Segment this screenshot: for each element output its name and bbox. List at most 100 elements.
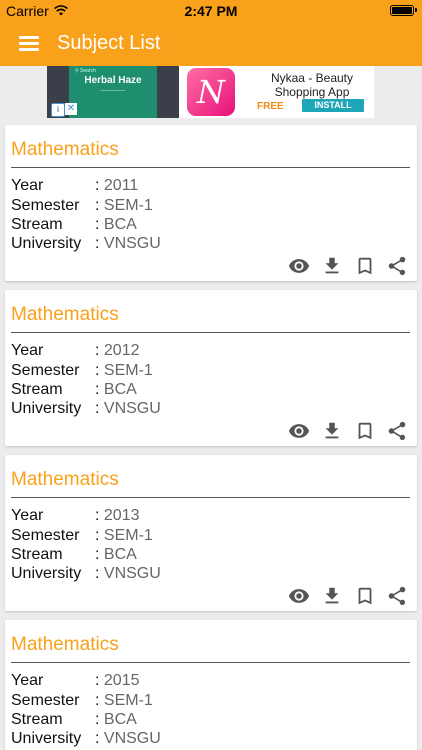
- download-icon[interactable]: [321, 420, 343, 442]
- stream-value: BCA: [103, 381, 137, 398]
- status-bar: Carrier 2:47 PM: [0, 0, 422, 22]
- card-actions: [285, 585, 411, 607]
- semester-label: Semester: [11, 692, 80, 709]
- subject-title: Mathematics: [11, 634, 119, 655]
- eye-icon[interactable]: [288, 420, 310, 442]
- share-icon[interactable]: [386, 255, 408, 277]
- separator: :: [95, 546, 104, 563]
- separator: :: [95, 730, 104, 747]
- year-label: Year: [11, 507, 44, 524]
- bookmark-icon[interactable]: [354, 255, 376, 277]
- close-icon[interactable]: ✕: [65, 103, 77, 115]
- info-icon[interactable]: i: [51, 103, 65, 117]
- year-label: Year: [11, 342, 44, 359]
- subject-card: Mathematics Year: 2012 Semester: SEM-1 S…: [5, 290, 417, 446]
- university-row: University: VNSGU: [11, 235, 161, 253]
- share-icon[interactable]: [386, 420, 408, 442]
- semester-row: Semester: SEM-1: [11, 362, 153, 380]
- university-value: VNSGU: [103, 400, 161, 417]
- bookmark-icon[interactable]: [354, 585, 376, 607]
- university-label: University: [11, 565, 82, 582]
- divider: [11, 167, 410, 168]
- divider: [11, 497, 410, 498]
- university-label: University: [11, 400, 82, 417]
- stream-value: BCA: [103, 546, 137, 563]
- university-label: University: [11, 235, 82, 252]
- separator: :: [95, 507, 104, 524]
- year-label: Year: [11, 177, 44, 194]
- ad-banner[interactable]: ⚲ Search Herbal Haze ─────── i ✕ N Nykaa…: [47, 66, 374, 118]
- semester-value: SEM-1: [103, 197, 153, 214]
- separator: :: [95, 216, 104, 233]
- subject-title: Mathematics: [11, 469, 119, 490]
- card-actions: [285, 255, 411, 277]
- separator: :: [95, 692, 104, 709]
- separator: :: [95, 672, 104, 689]
- subject-title: Mathematics: [11, 304, 119, 325]
- ad-free-label: FREE: [257, 101, 284, 112]
- subject-title: Mathematics: [11, 139, 119, 160]
- university-label: University: [11, 730, 82, 747]
- university-row: University: VNSGU: [11, 400, 161, 418]
- app-logo: N: [187, 68, 235, 116]
- stream-row: Stream: BCA: [11, 216, 137, 234]
- year-value: 2013: [103, 507, 140, 524]
- semester-label: Semester: [11, 527, 80, 544]
- eye-icon[interactable]: [288, 585, 310, 607]
- battery-icon: [390, 5, 417, 16]
- subject-card: Mathematics Year: 2011 Semester: SEM-1 S…: [5, 125, 417, 281]
- year-row: Year: 2015: [11, 672, 139, 690]
- nav-bar: Subject List: [0, 22, 422, 66]
- stream-label: Stream: [11, 216, 63, 233]
- stream-row: Stream: BCA: [11, 546, 137, 564]
- stream-value: BCA: [103, 216, 137, 233]
- year-row: Year: 2013: [11, 507, 139, 525]
- download-icon[interactable]: [321, 585, 343, 607]
- semester-row: Semester: SEM-1: [11, 197, 153, 215]
- separator: :: [95, 197, 104, 214]
- semester-value: SEM-1: [103, 692, 153, 709]
- university-row: University: VNSGU: [11, 730, 161, 748]
- subject-list[interactable]: Mathematics Year: 2011 Semester: SEM-1 S…: [0, 118, 422, 750]
- divider: [11, 662, 410, 663]
- separator: :: [95, 177, 104, 194]
- subject-card: Mathematics Year: 2015 Semester: SEM-1 S…: [5, 620, 417, 750]
- year-value: 2011: [103, 177, 139, 194]
- semester-row: Semester: SEM-1: [11, 692, 153, 710]
- hamburger-menu-icon[interactable]: [19, 34, 39, 52]
- page-title: Subject List: [57, 32, 161, 54]
- year-value: 2015: [103, 672, 140, 689]
- separator: :: [95, 235, 104, 252]
- year-value: 2012: [103, 342, 140, 359]
- divider: [11, 332, 410, 333]
- year-label: Year: [11, 672, 44, 689]
- subject-card: Mathematics Year: 2013 Semester: SEM-1 S…: [5, 455, 417, 611]
- university-value: VNSGU: [103, 565, 161, 582]
- separator: :: [95, 342, 104, 359]
- separator: :: [95, 400, 104, 417]
- separator: :: [95, 362, 104, 379]
- separator: :: [95, 711, 104, 728]
- university-value: VNSGU: [103, 730, 161, 747]
- stream-row: Stream: BCA: [11, 711, 137, 729]
- stream-label: Stream: [11, 546, 63, 563]
- share-icon[interactable]: [386, 585, 408, 607]
- year-row: Year: 2012: [11, 342, 139, 360]
- eye-icon[interactable]: [288, 255, 310, 277]
- semester-label: Semester: [11, 197, 80, 214]
- stream-label: Stream: [11, 711, 63, 728]
- bookmark-icon[interactable]: [354, 420, 376, 442]
- semester-value: SEM-1: [103, 362, 153, 379]
- separator: :: [95, 527, 104, 544]
- semester-row: Semester: SEM-1: [11, 527, 153, 545]
- university-row: University: VNSGU: [11, 565, 161, 583]
- separator: :: [95, 565, 104, 582]
- semester-value: SEM-1: [103, 527, 153, 544]
- university-value: VNSGU: [103, 235, 161, 252]
- install-button[interactable]: INSTALL: [302, 99, 364, 112]
- ad-phone-headline: Herbal Haze: [84, 75, 142, 86]
- separator: :: [95, 381, 104, 398]
- year-row: Year: 2011: [11, 177, 138, 195]
- semester-label: Semester: [11, 362, 80, 379]
- download-icon[interactable]: [321, 255, 343, 277]
